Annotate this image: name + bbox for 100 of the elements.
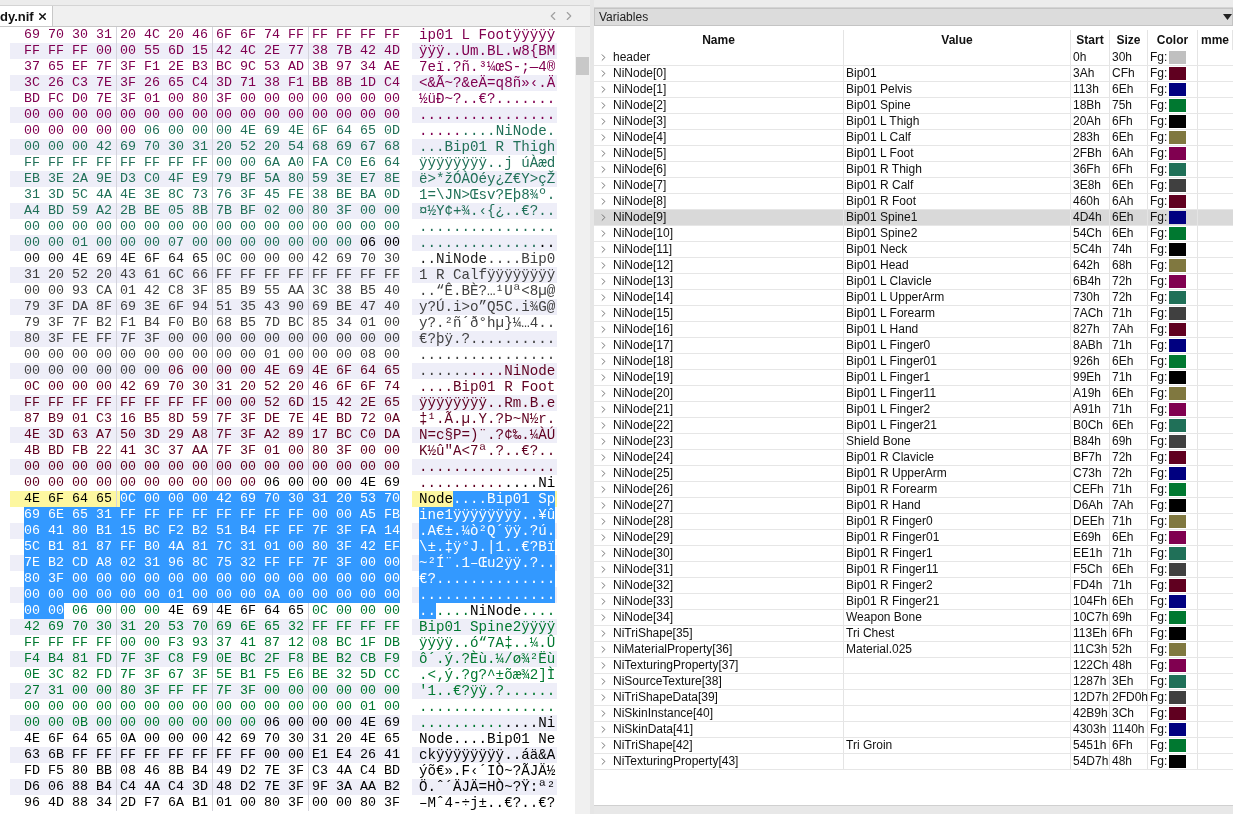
fg-label: Fg: <box>1150 338 1168 353</box>
hex-bytes: 06 00 00 00 <box>72 603 160 619</box>
variable-name: NiNode[1] <box>613 82 667 97</box>
fg-label: Fg: <box>1150 738 1168 753</box>
variable-name: NiNode[19] <box>613 370 674 385</box>
ascii-text: ..NiNode <box>419 251 488 267</box>
vertical-scrollbar[interactable] <box>575 27 590 814</box>
table-row[interactable]: NiSkinInstance[40] 42B9h 3Ch Fg: <box>594 706 1233 722</box>
fg-label: Fg: <box>1150 626 1168 641</box>
table-row[interactable]: NiNode[20] Bip01 L Finger11 A19h 6Eh Fg: <box>594 386 1233 402</box>
table-row[interactable]: NiNode[31] Bip01 R Finger11 F5Ch 6Eh Fg: <box>594 562 1233 578</box>
table-row[interactable]: NiNode[18] Bip01 L Finger01 926h 6Eh Fg: <box>594 354 1233 370</box>
table-row[interactable]: NiNode[5] Bip01 L Foot 2FBh 6Ah Fg: <box>594 146 1233 162</box>
dropdown-triangle-icon[interactable] <box>1223 14 1232 20</box>
table-cell: 72h <box>1110 450 1148 465</box>
table-row[interactable]: NiTriShape[35] Tri Chest 113Eh 6Fh Fg: <box>594 626 1233 642</box>
table-row[interactable]: NiNode[33] Bip01 R Finger21 104Fh 6Eh Fg: <box>594 594 1233 610</box>
hex-bytes: 00 00 00 00 00 00 00 00 00 00 00 00 00 00 00 00 <box>24 219 400 235</box>
table-cell: A91h <box>1071 402 1110 417</box>
table-cell: Bip01 Head <box>844 258 1071 273</box>
hex-bytes: FF FF FF FF FF FF FF FF 00 00 52 6D 15 42 2E 65 <box>24 395 400 411</box>
table-row[interactable]: NiSkinData[41] 4303h 1140h Fg: <box>594 722 1233 738</box>
variable-name: NiNode[9] <box>613 210 667 225</box>
table-row[interactable]: NiNode[22] Bip01 L Finger21 B0Ch 6Eh Fg: <box>594 418 1233 434</box>
table-cell: 71h <box>1110 578 1148 593</box>
table-row[interactable]: NiNode[0] Bip01 3Ah CFh Fg: <box>594 66 1233 82</box>
table-cell: 75h <box>1110 98 1148 113</box>
ascii-text: .<‚ý.?g?^±õæ¾2]Ì <box>419 667 556 683</box>
table-row[interactable]: NiNode[3] Bip01 L Thigh 20Ah 6Fh Fg: <box>594 114 1233 130</box>
table-row[interactable]: NiNode[9] Bip01 Spine1 4D4h 6Eh Fg: <box>594 210 1233 226</box>
table-cell: 54D7h <box>1071 754 1110 769</box>
ascii-text: ................ <box>419 107 556 123</box>
table-row[interactable]: NiTexturingProperty[37] 122Ch 48h Fg: <box>594 658 1233 674</box>
ascii-text: ine1ÿÿÿÿÿÿÿÿ..¥û <box>419 507 556 523</box>
ascii-text: Node <box>419 491 454 507</box>
table-row[interactable]: NiNode[28] Bip01 R Finger0 DEEh 71h Fg: <box>594 514 1233 530</box>
table-row[interactable]: NiNode[8] Bip01 R Foot 460h 6Ah Fg: <box>594 194 1233 210</box>
table-row[interactable]: NiNode[6] Bip01 R Thigh 36Fh 6Fh Fg: <box>594 162 1233 178</box>
table-row[interactable]: NiNode[26] Bip01 R Forearm CEFh 71h Fg: <box>594 482 1233 498</box>
fg-label: Fg: <box>1150 162 1168 177</box>
table-row[interactable]: NiSourceTexture[38] 1287h 3Eh Fg: <box>594 674 1233 690</box>
variable-name: NiNode[34] <box>613 610 674 625</box>
ascii-text: ~²Í¨.1–Œu2ÿÿ.?.. <box>419 555 556 571</box>
table-row[interactable]: NiTriShape[42] Tri Groin 5451h 6Fh Fg: <box>594 738 1233 754</box>
file-tab[interactable]: dy.nif <box>0 6 53 26</box>
hex-bytes: BD FC D0 7E 3F 01 00 80 3F 00 00 00 00 00 00 00 <box>24 91 400 107</box>
table-row[interactable]: NiTexturingProperty[43] 54D7h 48h Fg: <box>594 754 1233 770</box>
table-cell: Bip01 Pelvis <box>844 82 1071 97</box>
table-row[interactable]: NiNode[4] Bip01 L Calf 283h 6Eh Fg: <box>594 130 1233 146</box>
ascii-text: €?þÿ.?.......... <box>419 331 556 347</box>
hex-bytes: 00 00 00 00 00 00 00 00 00 00 01 00 00 00 08 00 <box>24 347 400 363</box>
table-row[interactable]: NiNode[13] Bip01 L Clavicle 6B4h 72h Fg: <box>594 274 1233 290</box>
table-row[interactable]: NiNode[19] Bip01 L Finger1 99Eh 71h Fg: <box>594 370 1233 386</box>
table-cell: Bip01 Neck <box>844 242 1071 257</box>
table-cell: 6Eh <box>1110 82 1148 97</box>
ascii-text: ................ <box>419 347 556 363</box>
table-cell: DEEh <box>1071 514 1110 529</box>
table-cell: Bip01 R Finger21 <box>844 594 1071 609</box>
table-cell: 69h <box>1110 434 1148 449</box>
table-row[interactable]: NiNode[2] Bip01 Spine 18Bh 75h Fg: <box>594 98 1233 114</box>
table-row[interactable]: NiNode[16] Bip01 L Hand 827h 7Ah Fg: <box>594 322 1233 338</box>
fg-label: Fg: <box>1150 130 1168 145</box>
variable-name: NiNode[11] <box>613 242 673 257</box>
variable-name: NiSkinData[41] <box>613 722 694 737</box>
close-icon[interactable] <box>36 10 48 22</box>
table-row[interactable]: NiNode[27] Bip01 R Hand D6Ah 7Ah Fg: <box>594 498 1233 514</box>
table-row[interactable]: NiNode[32] Bip01 R Finger2 FD4h 71h Fg: <box>594 578 1233 594</box>
table-row[interactable]: NiMaterialProperty[36] Material.025 11C3h 52h Fg: <box>594 642 1233 658</box>
table-row[interactable]: NiTriShapeData[39] 12D7h 2FD0h Fg: <box>594 690 1233 706</box>
table-cell: Bip01 L Finger2 <box>844 402 1071 417</box>
table-row[interactable]: NiNode[1] Bip01 Pelvis 113h 6Eh Fg: <box>594 82 1233 98</box>
table-row[interactable]: NiNode[25] Bip01 R UpperArm C73h 72h Fg: <box>594 466 1233 482</box>
table-row[interactable]: NiNode[23] Shield Bone B84h 69h Fg: <box>594 434 1233 450</box>
table-row[interactable]: NiNode[15] Bip01 L Forearm 7ACh 71h Fg: <box>594 306 1233 322</box>
table-row[interactable]: NiNode[21] Bip01 L Finger2 A91h 71h Fg: <box>594 402 1233 418</box>
table-row[interactable]: NiNode[10] Bip01 Spine2 54Ch 6Eh Fg: <box>594 226 1233 242</box>
table-row[interactable]: NiNode[24] Bip01 R Clavicle BF7h 72h Fg: <box>594 450 1233 466</box>
table-row[interactable]: NiNode[7] Bip01 R Calf 3E8h 6Eh Fg: <box>594 178 1233 194</box>
expand-chevron-icon[interactable] <box>598 756 609 767</box>
table-cell: Bip01 R Thigh <box>844 162 1071 177</box>
table-cell: Bip01 L Hand <box>844 322 1071 337</box>
table-cell: 6Fh <box>1110 738 1148 753</box>
variable-name: NiTriShape[35] <box>613 626 693 641</box>
table-row[interactable]: NiNode[30] Bip01 R Finger1 EE1h 71h Fg: <box>594 546 1233 562</box>
table-row[interactable]: NiNode[29] Bip01 R Finger01 E69h 6Eh Fg: <box>594 530 1233 546</box>
hex-bytes: 06 41 80 B1 15 BC F2 B2 51 B4 FF FF 7F 3F FA 14 <box>24 523 400 539</box>
table-cell: Material.025 <box>844 642 1071 657</box>
table-row[interactable]: NiNode[12] Bip01 Head 642h 68h Fg: <box>594 258 1233 274</box>
ascii-text: ................ <box>419 587 556 603</box>
table-row[interactable]: NiNode[17] Bip01 L Finger0 8ABh 71h Fg: <box>594 338 1233 354</box>
table-cell: Bip01 R Clavicle <box>844 450 1071 465</box>
fg-label: Fg: <box>1150 194 1168 209</box>
table-row[interactable]: header 0h 30h Fg: <box>594 50 1233 66</box>
table-row[interactable]: NiNode[34] Weapon Bone 10C7h 69h Fg: <box>594 610 1233 626</box>
table-cell: Bip01 L UpperArm <box>844 290 1071 305</box>
table-row[interactable]: NiNode[11] Bip01 Neck 5C4h 74h Fg: <box>594 242 1233 258</box>
table-row[interactable]: NiNode[14] Bip01 L UpperArm 730h 72h Fg: <box>594 290 1233 306</box>
ascii-text: ....NiNode <box>470 363 556 379</box>
horizontal-scrollbar[interactable] <box>594 805 1233 814</box>
scroll-thumb[interactable] <box>576 57 589 75</box>
